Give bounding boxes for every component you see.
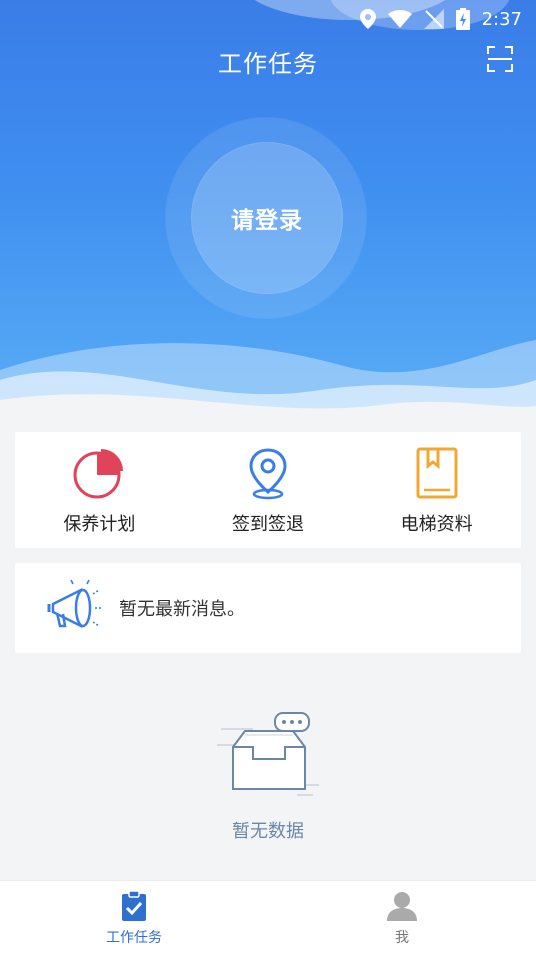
wave-decoration	[0, 340, 536, 420]
location-icon	[359, 9, 376, 29]
feature-label: 电梯资料	[400, 514, 473, 535]
tab-work-tasks[interactable]: 工作任务	[0, 881, 268, 955]
no-signal-icon	[423, 9, 444, 29]
feature-elevator-docs[interactable]: 电梯资料	[352, 432, 521, 548]
pie-chart-icon	[73, 449, 124, 499]
message-card[interactable]: 暂无最新消息。	[15, 563, 521, 653]
message-text: 暂无最新消息。	[119, 599, 245, 620]
feature-card: 保养计划 签到签退 电梯资料	[15, 432, 521, 548]
empty-text: 暂无数据	[232, 821, 304, 842]
battery-icon	[455, 8, 470, 30]
megaphone-icon	[47, 579, 103, 629]
location-pin-icon	[249, 448, 287, 500]
login-button[interactable]: 请登录	[192, 143, 342, 293]
feature-checkin-checkout[interactable]: 签到签退	[184, 432, 353, 548]
header-hero: 2:37 工作任务 请登录	[0, 0, 536, 420]
book-icon	[416, 447, 458, 499]
status-bar: 2:37	[0, 0, 536, 38]
tab-label: 工作任务	[106, 930, 162, 946]
bottom-tab-bar: 工作任务 我	[0, 880, 536, 955]
clipboard-check-icon	[122, 890, 146, 921]
tab-label: 我	[395, 930, 409, 946]
tab-me[interactable]: 我	[268, 881, 536, 955]
feature-label: 保养计划	[63, 514, 136, 535]
scan-icon[interactable]	[486, 45, 514, 73]
wifi-icon	[387, 10, 412, 28]
feature-label: 签到签退	[232, 514, 304, 535]
empty-inbox-icon	[217, 712, 319, 796]
feature-maintenance-plan[interactable]: 保养计划	[15, 432, 184, 548]
user-icon	[387, 892, 417, 921]
empty-state: 暂无数据	[0, 705, 536, 843]
page-title: 工作任务	[218, 50, 318, 78]
clock: 2:37	[481, 8, 522, 30]
